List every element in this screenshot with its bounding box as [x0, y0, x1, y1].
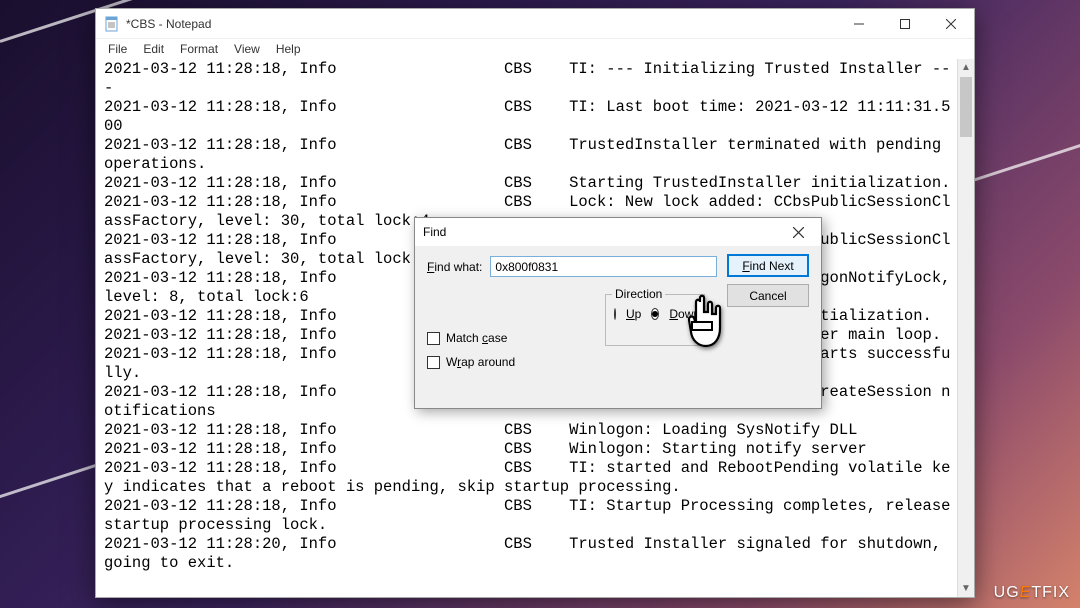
title-bar[interactable]: *CBS - Notepad [96, 9, 974, 39]
direction-down-radio[interactable] [651, 308, 659, 320]
direction-up-label: Up [626, 307, 641, 321]
minimize-button[interactable] [836, 9, 882, 39]
close-icon [793, 227, 804, 238]
menu-help[interactable]: Help [268, 40, 309, 58]
find-what-input[interactable] [490, 256, 717, 277]
notepad-window: *CBS - Notepad File Edit Format View Hel… [95, 8, 975, 598]
close-icon [946, 19, 956, 29]
menu-bar: File Edit Format View Help [96, 39, 974, 59]
notepad-icon [104, 16, 120, 32]
scroll-thumb[interactable] [960, 77, 972, 137]
watermark: UGETFIX [994, 584, 1070, 602]
find-close-button[interactable] [783, 220, 813, 244]
vertical-scrollbar[interactable]: ▲ ▼ [957, 59, 974, 597]
wrap-around-label: Wrap around [446, 355, 515, 369]
scroll-down-arrow-icon[interactable]: ▼ [958, 580, 974, 597]
minimize-icon [854, 19, 864, 29]
find-dialog: Find Find what: Find Next Cancel Match c… [414, 217, 822, 409]
menu-view[interactable]: View [226, 40, 268, 58]
window-title: *CBS - Notepad [126, 17, 211, 31]
close-button[interactable] [928, 9, 974, 39]
find-dialog-titlebar[interactable]: Find [415, 218, 821, 246]
find-dialog-title: Find [423, 225, 783, 239]
direction-down-label: Down [669, 307, 700, 321]
maximize-icon [900, 19, 910, 29]
menu-edit[interactable]: Edit [135, 40, 172, 58]
match-case-checkbox[interactable] [427, 332, 440, 345]
menu-file[interactable]: File [100, 40, 135, 58]
match-case-label: Match case [446, 331, 507, 345]
direction-label: Direction [612, 287, 665, 301]
maximize-button[interactable] [882, 9, 928, 39]
direction-group: Direction Up Down [605, 294, 705, 346]
menu-format[interactable]: Format [172, 40, 226, 58]
find-next-button[interactable]: Find Next [727, 254, 809, 277]
cancel-button[interactable]: Cancel [727, 284, 809, 307]
wrap-around-checkbox[interactable] [427, 356, 440, 369]
direction-up-radio[interactable] [614, 308, 616, 320]
find-what-label: Find what: [427, 260, 482, 274]
scroll-up-arrow-icon[interactable]: ▲ [958, 59, 974, 76]
